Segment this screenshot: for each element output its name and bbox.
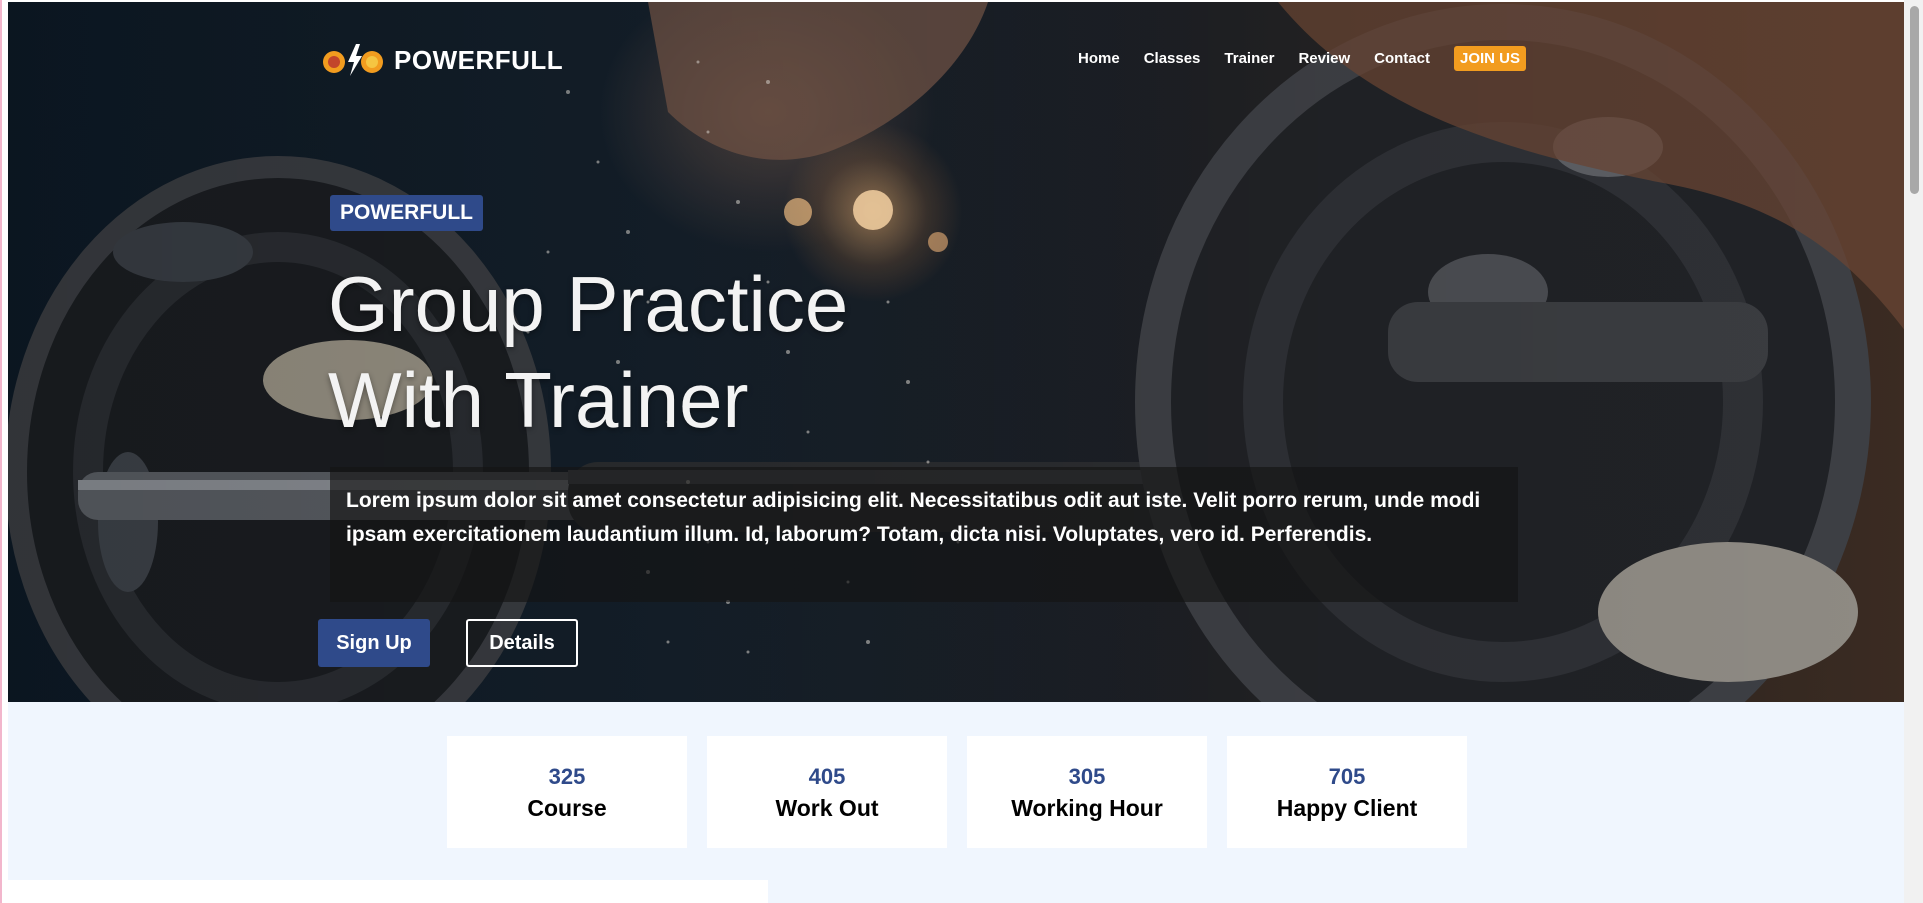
join-us-button[interactable]: JOIN US (1453, 46, 1526, 71)
logo-icon (323, 44, 383, 76)
stat-card-working-hour: 305 Working Hour (967, 736, 1207, 848)
stat-value: 705 (1328, 764, 1366, 789)
hero-badge: POWERFULL (330, 195, 483, 231)
sign-up-button[interactable]: Sign Up (318, 619, 430, 667)
stat-card-course: 325 Course (447, 736, 687, 848)
stat-label: Course (527, 795, 607, 821)
nav-review[interactable]: Review (1298, 50, 1350, 67)
stat-label: Working Hour (1011, 795, 1163, 821)
scrollbar-thumb[interactable] (1910, 6, 1919, 194)
hero-headline: Group Practice With Trainer (328, 256, 848, 448)
hero-section: POWERFULL Home Classes Trainer Review Co… (8, 2, 1906, 702)
details-button[interactable]: Details (466, 619, 578, 667)
main-nav: Home Classes Trainer Review Contact JOIN… (1078, 46, 1526, 71)
nav-trainer[interactable]: Trainer (1224, 50, 1274, 67)
next-section-edge (8, 880, 768, 903)
hero-headline-line1: Group Practice (328, 260, 849, 348)
stat-label: Happy Client (1276, 795, 1418, 821)
brand-name: POWERFULL (394, 44, 564, 75)
stat-card-happy-client: 705 Happy Client (1227, 736, 1467, 848)
hero-headline-line2: With Trainer (328, 356, 749, 444)
nav-home[interactable]: Home (1078, 50, 1120, 67)
hero-description: Lorem ipsum dolor sit amet consectetur a… (346, 489, 1481, 546)
stat-card-work-out: 405 Work Out (707, 736, 947, 848)
stat-value: 325 (548, 764, 586, 789)
page: POWERFULL Home Classes Trainer Review Co… (0, 0, 1923, 903)
stat-value: 405 (808, 764, 846, 789)
stats-section: 325 Course 405 Work Out 305 Working Hour… (8, 702, 1906, 903)
stat-label: Work Out (775, 795, 879, 821)
scrollbar[interactable] (1904, 0, 1923, 903)
nav-classes[interactable]: Classes (1144, 50, 1201, 67)
stat-value: 305 (1068, 764, 1106, 789)
hero-description-box: Lorem ipsum dolor sit amet consectetur a… (330, 467, 1518, 602)
site-logo[interactable]: POWERFULL (320, 42, 563, 78)
nav-contact[interactable]: Contact (1374, 50, 1430, 67)
